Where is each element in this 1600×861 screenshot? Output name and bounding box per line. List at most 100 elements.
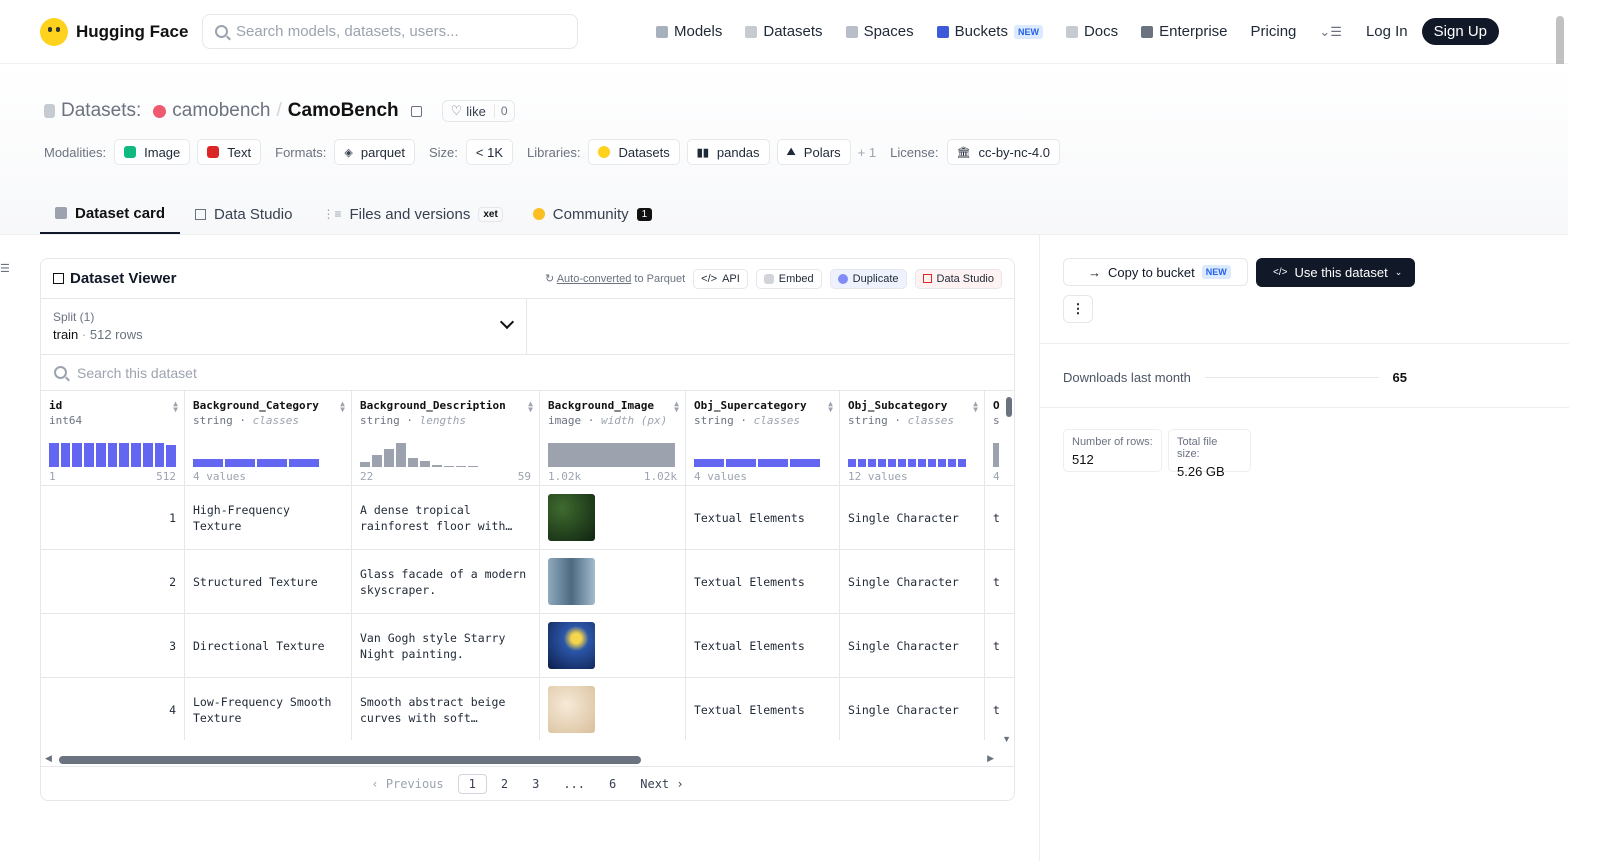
class-segment[interactable]: [918, 459, 926, 467]
tag-text[interactable]: Text: [197, 139, 262, 165]
cell-background-image[interactable]: [540, 486, 686, 549]
sort-icon[interactable]: ▲ ▼: [973, 400, 978, 414]
toc-toggle-icon[interactable]: ☰: [0, 262, 10, 275]
table-vertical-scrollbar[interactable]: [1006, 397, 1012, 417]
classes-bar[interactable]: [694, 439, 831, 467]
classes-bar[interactable]: [193, 439, 343, 467]
cell-obj-subcategory[interactable]: Single Character: [840, 550, 985, 613]
like-button[interactable]: ♡ like 0: [441, 100, 515, 122]
login-link[interactable]: Log In: [1366, 23, 1408, 40]
cell-id[interactable]: 2: [41, 550, 185, 613]
cell-background-description[interactable]: A dense tropical rainforest floor with…: [352, 486, 540, 549]
class-segment[interactable]: [225, 459, 255, 467]
cell-id[interactable]: 1: [41, 486, 185, 549]
hist-bar[interactable]: [456, 466, 466, 467]
class-segment[interactable]: [948, 459, 956, 467]
hist-bar[interactable]: [72, 443, 83, 467]
cell-background-image[interactable]: [540, 550, 686, 613]
hist-bar[interactable]: [60, 443, 71, 467]
tab-data-studio[interactable]: Data Studio: [180, 194, 307, 234]
cell-obj-subcategory[interactable]: Single Character: [840, 678, 985, 740]
nav-enterprise[interactable]: Enterprise: [1141, 23, 1228, 40]
hist-bar[interactable]: [396, 443, 406, 467]
hist-bar[interactable]: [432, 465, 442, 467]
copy-icon[interactable]: [410, 105, 422, 117]
cell-background-category[interactable]: Directional Texture: [185, 614, 352, 677]
column-header-background-description[interactable]: Background_Description string · lengths …: [352, 391, 540, 485]
hist-bar[interactable]: [372, 455, 382, 467]
class-segment[interactable]: [938, 459, 946, 467]
table-row[interactable]: 4 Low-Frequency Smooth Texture Smooth ab…: [41, 678, 1014, 740]
hist-bar[interactable]: [49, 443, 59, 467]
class-segment[interactable]: [888, 459, 896, 467]
next-page-button[interactable]: Next ›: [630, 775, 693, 793]
cell-background-image[interactable]: [540, 678, 686, 740]
search-input[interactable]: Search models, datasets, users...: [202, 14, 578, 49]
dataset-search-input[interactable]: Search this dataset: [41, 355, 1014, 391]
class-segment[interactable]: [193, 459, 223, 467]
class-segment[interactable]: [928, 459, 936, 467]
previous-page-button[interactable]: ‹ Previous: [361, 775, 453, 793]
cell-obj-subcategory[interactable]: Single Character: [840, 614, 985, 677]
cell-truncated[interactable]: t: [985, 550, 1014, 613]
column-header-obj-subcategory[interactable]: Obj_Subcategory string · classes ▲ ▼ 12 v…: [840, 391, 985, 485]
repo-kind[interactable]: Datasets:: [61, 100, 141, 122]
cell-background-description[interactable]: Van Gogh style Starry Night painting.: [352, 614, 540, 677]
tab-community[interactable]: Community 1: [518, 194, 667, 234]
scroll-left-icon[interactable]: ◀: [45, 753, 52, 764]
class-segment[interactable]: [848, 459, 856, 467]
cell-background-image[interactable]: [540, 614, 686, 677]
repo-name[interactable]: CamoBench: [288, 100, 399, 122]
hist-bar[interactable]: [420, 461, 430, 467]
nav-spaces[interactable]: Spaces: [845, 23, 914, 40]
auto-converted-note[interactable]: ↻ Auto-converted to Parquet: [545, 272, 685, 285]
tag-polars[interactable]: ⛰ Polars: [776, 139, 851, 165]
cell-id[interactable]: 3: [41, 614, 185, 677]
cell-obj-supercategory[interactable]: Textual Elements: [686, 550, 840, 613]
scroll-thumb[interactable]: [59, 756, 641, 764]
tag-datasets-lib[interactable]: Datasets: [588, 139, 680, 165]
auto-converted-link[interactable]: Auto-converted: [557, 273, 632, 285]
hist-bar[interactable]: [384, 449, 394, 467]
class-segment[interactable]: [898, 459, 906, 467]
table-horizontal-scrollbar[interactable]: ◀ ▶ ▼: [41, 734, 1014, 767]
page-2-button[interactable]: 2: [491, 775, 518, 793]
image-thumbnail[interactable]: [548, 494, 595, 541]
cell-obj-supercategory[interactable]: Textual Elements: [686, 678, 840, 740]
cell-id[interactable]: 4: [41, 678, 185, 740]
hist-bar[interactable]: [444, 466, 454, 467]
column-header-obj-supercategory[interactable]: Obj_Supercategory string · classes ▲ ▼ 4 …: [686, 391, 840, 485]
hist-bar[interactable]: [360, 462, 370, 467]
cell-obj-supercategory[interactable]: Textual Elements: [686, 614, 840, 677]
hist-bar[interactable]: [468, 466, 478, 467]
class-segment[interactable]: [790, 459, 820, 467]
more-options-button[interactable]: ⋮: [1063, 295, 1093, 323]
scroll-down-icon[interactable]: ▼: [1002, 734, 1011, 744]
nav-docs[interactable]: Docs: [1065, 23, 1118, 40]
column-header-id[interactable]: id int64 ▲ ▼ 1 512: [41, 391, 185, 485]
class-segment[interactable]: [908, 459, 916, 467]
tab-dataset-card[interactable]: Dataset card: [40, 194, 181, 234]
cell-obj-subcategory[interactable]: Single Character: [840, 486, 985, 549]
embed-button[interactable]: Embed: [755, 268, 822, 289]
tag-license[interactable]: 🏛 cc-by-nc-4.0: [946, 139, 1061, 165]
class-segment[interactable]: [289, 459, 319, 467]
histogram-width[interactable]: [548, 439, 677, 467]
hist-bar[interactable]: [142, 443, 153, 467]
cell-obj-supercategory[interactable]: Textual Elements: [686, 486, 840, 549]
scroll-right-icon[interactable]: ▶: [987, 753, 994, 764]
hist-bar[interactable]: [107, 443, 118, 467]
hist-bar[interactable]: [408, 458, 418, 467]
nav-models[interactable]: Models: [656, 23, 722, 40]
sort-icon[interactable]: ▲ ▼: [828, 400, 833, 414]
hist-bar[interactable]: [95, 443, 106, 467]
nav-buckets[interactable]: Buckets NEW: [936, 23, 1043, 40]
cell-truncated[interactable]: t: [985, 486, 1014, 549]
libraries-more[interactable]: + 1: [858, 145, 876, 160]
hist-bar[interactable]: [119, 443, 130, 467]
class-segment[interactable]: [878, 459, 886, 467]
sort-icon[interactable]: ▲ ▼: [674, 400, 679, 414]
cell-background-category[interactable]: Low-Frequency Smooth Texture: [185, 678, 352, 740]
page-1-button[interactable]: 1: [457, 773, 487, 794]
tab-files[interactable]: ⋮≡ Files and versions xet: [307, 194, 517, 234]
